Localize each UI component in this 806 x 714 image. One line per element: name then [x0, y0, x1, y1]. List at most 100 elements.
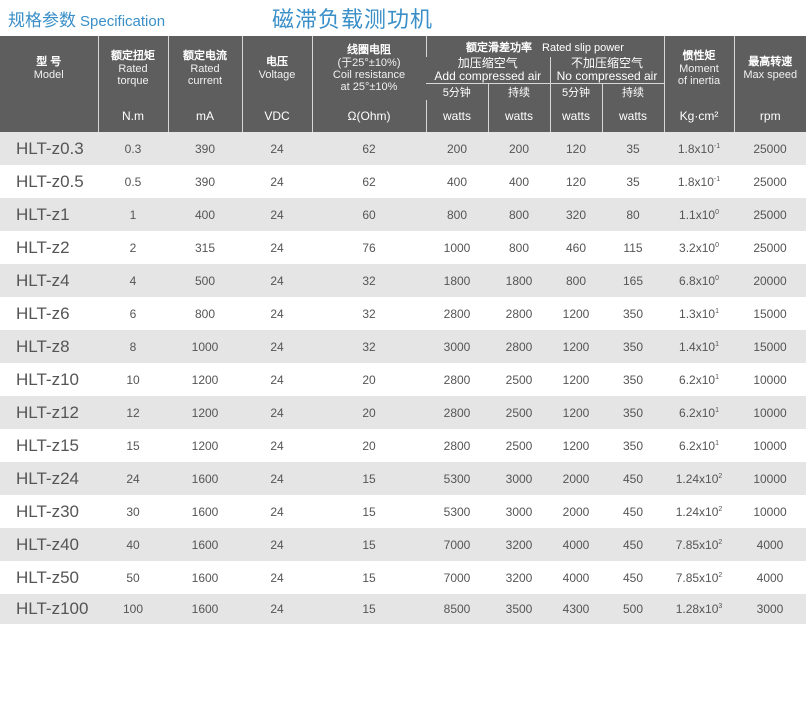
table-header: 型 号 Model 额定扭矩 Rated torque 额定电流 Rated c…	[0, 36, 806, 132]
model-cell: HLT-z1	[0, 198, 98, 231]
voltage-cell: 24	[242, 231, 312, 264]
current-cell: 390	[168, 165, 242, 198]
spec-table: 型 号 Model 额定扭矩 Rated torque 额定电流 Rated c…	[0, 36, 806, 624]
unit-no-5min: watts	[549, 100, 602, 132]
resistance-cell: 62	[312, 165, 426, 198]
add-air-5min-cell: 5300	[426, 495, 488, 528]
inertia-exponent: -1	[713, 175, 721, 183]
header-current-cn: 额定电流	[183, 49, 227, 62]
header-no-continuous: 持续	[601, 83, 664, 100]
inertia-base: 1.3x10	[679, 306, 716, 321]
no-air-continuous-cell: 450	[602, 528, 664, 561]
table-row: HLT-z6 6 800 24 32 2800 2800 1200 350 1.3x101 1500…	[0, 297, 806, 330]
header-slip-cn: 额定滑差功率	[466, 41, 533, 54]
no-air-continuous-cell: 350	[602, 429, 664, 462]
table-row: HLT-z50 50 1600 24 15 7000 3200 4000 450 7.85x102…	[0, 561, 806, 594]
table-row: HLT-z12 12 1200 24 20 2800 2500 1200 350 6.2x101 1…	[0, 396, 806, 429]
no-air-5min-cell: 1200	[550, 429, 602, 462]
header-add-continuous: 持续	[487, 83, 550, 100]
inertia-exponent: -1	[713, 142, 721, 150]
resistance-cell: 76	[312, 231, 426, 264]
add-air-continuous-cell: 3000	[488, 495, 550, 528]
current-cell: 1600	[168, 528, 242, 561]
add-air-5min-cell: 2800	[426, 363, 488, 396]
inertia-exponent: 1	[715, 307, 719, 315]
add-air-continuous-cell: 200	[488, 132, 550, 165]
speed-cell: 20000	[734, 264, 806, 297]
spec-label-cn: 规格参数	[8, 11, 76, 30]
header-resistance-line3: at 25°±10%	[340, 80, 398, 93]
header-no-air: 不加压缩空气 No compressed air	[549, 57, 664, 84]
unit-no-continuous: watts	[601, 100, 664, 132]
header-torque: 额定扭矩 Rated torque	[97, 36, 168, 100]
inertia-exponent: 2	[718, 571, 723, 579]
no-air-5min-cell: 1200	[550, 396, 602, 429]
resistance-cell: 32	[312, 264, 426, 297]
torque-cell: 50	[98, 561, 168, 594]
model-cell: HLT-z10	[0, 363, 98, 396]
add-air-continuous-cell: 2800	[488, 297, 550, 330]
no-air-continuous-cell: 115	[602, 231, 664, 264]
inertia-base: 1.4x10	[679, 339, 716, 354]
add-air-5min-cell: 400	[426, 165, 488, 198]
header-slip-power: 额定滑差功率 Rated slip power	[425, 36, 664, 57]
add-air-continuous-cell: 2500	[488, 396, 550, 429]
inertia-exponent: 1	[715, 439, 719, 447]
header-current: 额定电流 Rated current	[167, 36, 242, 100]
resistance-cell: 15	[312, 561, 426, 594]
no-air-5min-cell: 2000	[550, 495, 602, 528]
inertia-base: 6.2x10	[679, 405, 716, 420]
torque-cell: 24	[98, 462, 168, 495]
unit-speed: rpm	[733, 100, 806, 132]
torque-cell: 12	[98, 396, 168, 429]
no-air-5min-cell: 4300	[550, 594, 602, 624]
voltage-cell: 24	[242, 165, 312, 198]
inertia-cell: 1.4x101	[664, 330, 734, 363]
table-row: HLT-z100 100 1600 24 15 8500 3500 4300 500 1.28x1…	[0, 594, 806, 624]
voltage-cell: 24	[242, 528, 312, 561]
inertia-base: 7.85x10	[675, 537, 719, 552]
inertia-cell: 1.24x102	[664, 495, 734, 528]
no-air-continuous-cell: 450	[602, 561, 664, 594]
add-air-5min-cell: 7000	[426, 528, 488, 561]
inertia-base: 1.8x10	[677, 174, 714, 189]
add-air-5min-cell: 5300	[426, 462, 488, 495]
model-cell: HLT-z8	[0, 330, 98, 363]
table-row: HLT-z0.5 0.5 390 24 62 400 400 120 35 1.8x10-1 250…	[0, 165, 806, 198]
header-inertia-en2: of inertia	[677, 74, 721, 87]
inertia-exponent: 1	[715, 340, 719, 348]
add-air-5min-cell: 2800	[426, 297, 488, 330]
inertia-exponent: 2	[718, 538, 723, 546]
no-air-5min-cell: 120	[550, 165, 602, 198]
header-resistance-cn: 线圈电阻	[347, 43, 391, 56]
resistance-cell: 20	[312, 429, 426, 462]
speed-cell: 3000	[734, 594, 806, 624]
table-row: HLT-z2 2 315 24 76 1000 800 460 115 3.2x100 25000	[0, 231, 806, 264]
current-cell: 800	[168, 297, 242, 330]
current-cell: 400	[168, 198, 242, 231]
resistance-cell: 15	[312, 495, 426, 528]
inertia-base: 1.8x10	[677, 141, 714, 156]
add-air-5min-cell: 7000	[426, 561, 488, 594]
speed-cell: 15000	[734, 330, 806, 363]
resistance-cell: 15	[312, 462, 426, 495]
current-cell: 1200	[168, 396, 242, 429]
add-air-5min-cell: 1800	[426, 264, 488, 297]
speed-cell: 10000	[734, 363, 806, 396]
voltage-cell: 24	[242, 132, 312, 165]
no-air-5min-cell: 4000	[550, 561, 602, 594]
header-slip-en: Rated slip power	[542, 41, 624, 54]
speed-cell: 25000	[734, 231, 806, 264]
model-cell: HLT-z12	[0, 396, 98, 429]
header-speed: 最高转速 Max speed	[733, 36, 806, 100]
no-air-5min-cell: 1200	[550, 297, 602, 330]
no-air-continuous-cell: 35	[602, 132, 664, 165]
add-air-5min-cell: 200	[426, 132, 488, 165]
header-voltage: 电压 Voltage	[241, 36, 312, 100]
inertia-base: 6.2x10	[679, 438, 716, 453]
no-air-continuous-cell: 450	[602, 462, 664, 495]
no-air-5min-cell: 460	[550, 231, 602, 264]
model-cell: HLT-z4	[0, 264, 98, 297]
add-air-continuous-cell: 2500	[488, 363, 550, 396]
current-cell: 1200	[168, 429, 242, 462]
